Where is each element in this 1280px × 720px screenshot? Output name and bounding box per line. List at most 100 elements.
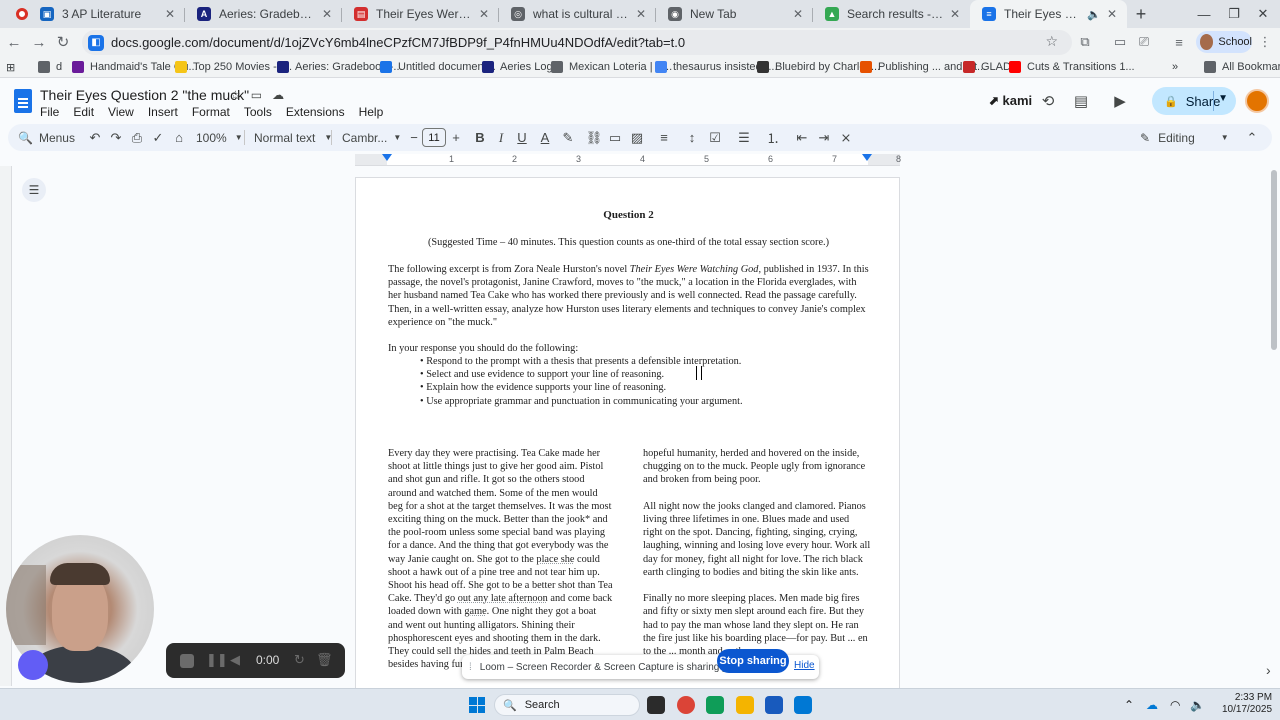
menu-view[interactable]: View — [108, 105, 134, 119]
line-spacing-icon[interactable]: ↕ — [682, 128, 702, 147]
tray-overflow-icon[interactable]: ⌃ — [1124, 698, 1134, 712]
mute-icon[interactable]: ◀ — [230, 652, 240, 668]
forward-icon[interactable]: → — [29, 32, 49, 52]
decrease-indent-icon[interactable]: ⇤ — [792, 128, 812, 147]
increase-indent-icon[interactable]: ⇥ — [814, 128, 834, 147]
hide-link[interactable]: Hide — [794, 660, 815, 671]
underline-icon[interactable]: U — [512, 128, 532, 147]
bookmark-star-icon[interactable]: ☆ — [1045, 33, 1058, 50]
bookmark-5[interactable]: Aeries Login — [482, 59, 561, 75]
docs-logo-icon[interactable] — [14, 89, 32, 113]
windows-start-icon[interactable] — [469, 697, 485, 713]
browser-tab-4[interactable]: ◉ New Tab ✕ — [656, 0, 813, 28]
volume-icon[interactable]: 🔈 — [1190, 698, 1205, 712]
share-dropdown-icon[interactable]: ▼ — [1218, 93, 1228, 104]
screen-share-icon[interactable]: ⎚ — [1135, 33, 1153, 51]
star-icon[interactable]: ☆ — [230, 88, 241, 102]
bookmark-11[interactable]: Cuts & Transitions 1... — [1009, 59, 1135, 75]
undo-icon[interactable]: ↶ — [85, 128, 105, 147]
restart-icon[interactable]: ↻ — [294, 652, 305, 668]
close-tab-icon[interactable]: ✕ — [791, 7, 805, 21]
cloud-saved-icon[interactable]: ☁ — [272, 88, 284, 102]
paint-format-icon[interactable]: ⌂ — [169, 128, 189, 147]
wifi-icon[interactable]: ◠ — [1170, 698, 1180, 712]
trash-icon[interactable]: 🗑 — [316, 652, 333, 668]
highlight-icon[interactable]: ✎ — [558, 128, 578, 147]
move-folder-icon[interactable]: ▭ — [251, 88, 262, 102]
close-tab-icon[interactable]: ✕ — [948, 7, 962, 21]
share-button[interactable]: 🔒 Share ▼ — [1152, 87, 1236, 115]
text-color-icon[interactable]: A — [535, 128, 555, 147]
url-bar[interactable]: ◧ docs.google.com/document/d/1ojZVcY6mb4… — [82, 30, 1072, 55]
close-tab-icon[interactable]: ✕ — [1105, 7, 1119, 21]
editing-mode-select[interactable]: ✎ Editing ▼ — [1140, 128, 1229, 147]
bookmark-2[interactable]: Top 250 Movies - I... — [175, 59, 292, 75]
profile-button[interactable]: School — [1196, 31, 1252, 53]
menu-file[interactable]: File — [40, 105, 59, 119]
extensions-icon[interactable]: ⧉ — [1076, 33, 1094, 51]
reload-icon[interactable]: ↻ — [53, 32, 73, 52]
numbered-list-icon[interactable]: ⒈ — [763, 128, 783, 147]
browser-tab-2[interactable]: ▤ Their Eyes Were Watching God ✕ — [342, 0, 499, 28]
cast-icon[interactable]: ▭ — [1111, 33, 1129, 51]
close-tab-icon[interactable]: ✕ — [163, 7, 177, 21]
browser-tab-6-active[interactable]: ≡ Their Eyes Question 2 "the 🔈 ✕ — [970, 0, 1127, 28]
taskbar-search[interactable]: 🔍 Search — [494, 694, 640, 716]
menu-help[interactable]: Help — [359, 105, 384, 119]
back-icon[interactable]: ← — [4, 32, 24, 52]
close-tab-icon[interactable]: ✕ — [477, 7, 491, 21]
outlook-taskbar-icon[interactable] — [794, 696, 812, 714]
onedrive-icon[interactable]: ☁ — [1146, 698, 1158, 712]
menus-search[interactable]: 🔍 Menus — [18, 128, 75, 147]
link-icon[interactable]: ⛓ — [584, 128, 604, 147]
browser-tab-0[interactable]: ▣ 3 AP Literature ✕ — [0, 0, 185, 28]
italic-icon[interactable]: I — [491, 128, 511, 147]
system-clock[interactable]: 2:33 PM 10/17/2025 — [1222, 692, 1272, 716]
version-history-icon[interactable]: ⟲ — [1038, 91, 1058, 111]
bold-icon[interactable]: B — [470, 128, 490, 147]
edge-taskbar-icon[interactable] — [706, 696, 724, 714]
left-indent-marker[interactable] — [382, 154, 392, 161]
checklist-icon[interactable]: ☑ — [705, 128, 725, 147]
menu-format[interactable]: Format — [192, 105, 230, 119]
side-panel-toggle-icon[interactable]: › — [1266, 662, 1271, 678]
zoom-select[interactable]: 100% ▼ — [196, 128, 243, 147]
task-view-icon[interactable] — [647, 696, 665, 714]
minimize-icon[interactable]: — — [1187, 0, 1221, 28]
document-title[interactable]: Their Eyes Question 2 "the muck" — [40, 87, 249, 103]
file-explorer-icon[interactable] — [736, 696, 754, 714]
bookmark-10[interactable]: GLAD — [963, 59, 1011, 75]
font-size-input[interactable]: 11 — [422, 128, 446, 147]
pause-icon[interactable]: ❚❚ — [206, 652, 228, 668]
document-page[interactable]: Question 2 (Suggested Time – 40 minutes.… — [355, 177, 900, 697]
stop-sharing-button[interactable]: Stop sharing — [717, 649, 789, 673]
comments-icon[interactable]: ▤ — [1071, 91, 1091, 111]
chrome-taskbar-icon[interactable] — [677, 696, 695, 714]
drag-handle-icon[interactable]: ⁞ — [469, 662, 472, 673]
spellcheck-icon[interactable]: ✓ — [148, 128, 168, 147]
close-window-icon[interactable]: ✕ — [1246, 0, 1280, 28]
site-info-icon[interactable]: ◧ — [88, 34, 104, 51]
right-indent-marker[interactable] — [862, 154, 872, 161]
bookmark-4[interactable]: Untitled document... — [380, 59, 496, 75]
bookmark-6[interactable]: Mexican Loteria | w... — [551, 59, 672, 75]
bookmark-0[interactable]: d — [38, 59, 62, 75]
align-icon[interactable]: ≡ — [654, 128, 674, 147]
word-taskbar-icon[interactable] — [765, 696, 783, 714]
speaker-icon[interactable]: 🔈 — [1087, 8, 1101, 21]
scrollbar-thumb[interactable] — [1271, 170, 1277, 350]
kami-button[interactable]: ⬈ kami — [988, 93, 1032, 109]
increase-font-icon[interactable]: + — [446, 128, 466, 147]
browser-tab-3[interactable]: ◎ what is cultural appropriation - ✕ — [499, 0, 656, 28]
account-avatar[interactable] — [1245, 89, 1269, 113]
menu-insert[interactable]: Insert — [148, 105, 178, 119]
menu-edit[interactable]: Edit — [73, 105, 94, 119]
comment-icon[interactable]: ▭ — [605, 128, 625, 147]
close-tab-icon[interactable]: ✕ — [634, 7, 648, 21]
menu-extensions[interactable]: Extensions — [286, 105, 345, 119]
chrome-menu-icon[interactable]: ⋮ — [1256, 33, 1274, 51]
bulleted-list-icon[interactable]: ☰ — [734, 128, 754, 147]
apps-grid-icon[interactable]: ⊞ — [6, 59, 15, 75]
style-select[interactable]: Normal text ▼ — [254, 128, 332, 147]
document-outline-icon[interactable]: ☰ — [22, 178, 46, 202]
